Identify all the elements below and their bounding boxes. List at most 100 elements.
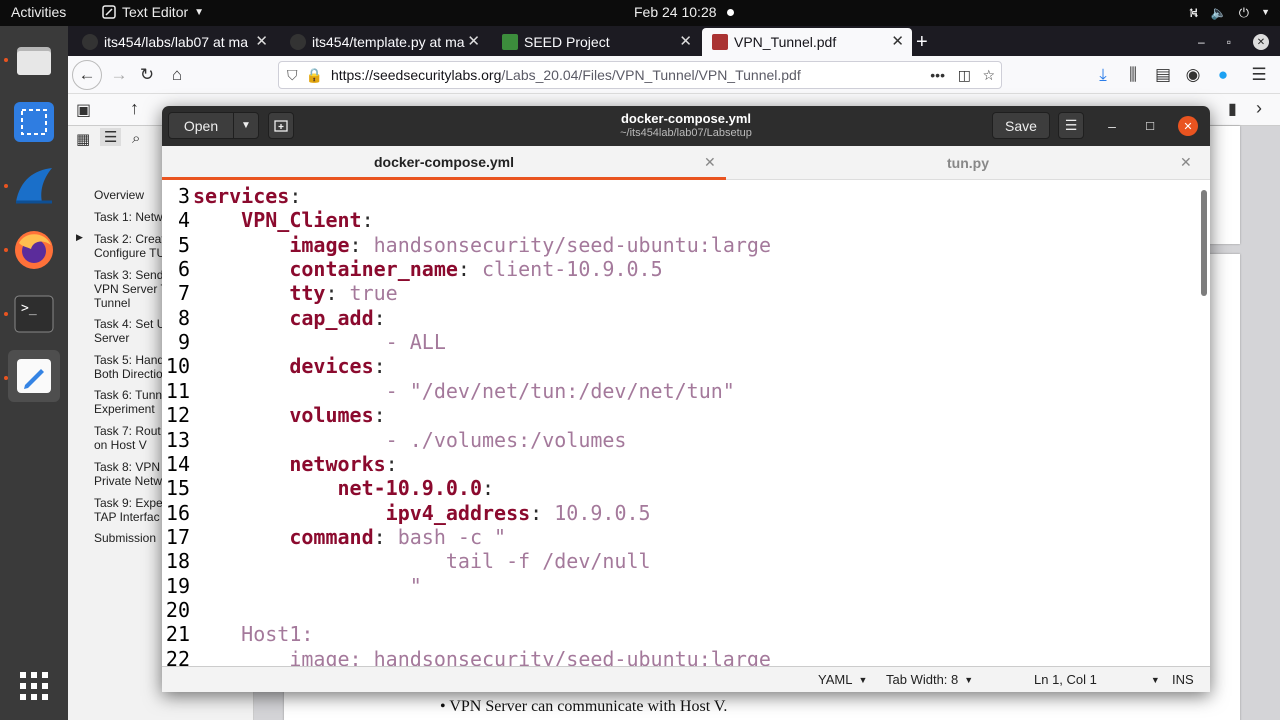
pocket-icon[interactable]: ◫ [958, 67, 971, 84]
show-applications-button[interactable] [8, 660, 60, 712]
editor-tab-active[interactable]: docker-compose.yml ✕ [162, 146, 726, 180]
outline-item[interactable]: Task 4: Set U Server [94, 317, 165, 345]
menu-button[interactable]: ☰ [1244, 60, 1274, 90]
code-line[interactable]: 13 - ./volumes:/volumes [162, 428, 1198, 452]
code-line[interactable]: 8 cap_add: [162, 306, 1198, 330]
code-line[interactable]: 3 services: [162, 184, 1198, 208]
dock-terminal[interactable]: >_ [8, 288, 60, 340]
outline-item[interactable]: Task 1: Netw [94, 210, 163, 224]
page-actions-button[interactable]: ••• [930, 67, 945, 83]
bookmark-star-icon[interactable]: ☆ [982, 67, 995, 84]
minimize-icon[interactable]: – [1198, 35, 1205, 49]
sidebar-button[interactable]: ▤ [1148, 60, 1178, 90]
editor-tab[interactable]: tun.py ✕ [726, 146, 1210, 180]
close-icon[interactable]: ✕ [704, 154, 716, 171]
home-button[interactable]: ⌂ [162, 60, 192, 90]
bookmark-icon[interactable]: ▮ [1228, 99, 1237, 119]
hamburger-menu-button[interactable]: ☰ [1058, 112, 1084, 139]
code-line[interactable]: 15 net-10.9.0.0: [162, 476, 1198, 500]
new-tab-button[interactable]: + [914, 28, 940, 56]
library-button[interactable]: ⫼ [1118, 60, 1148, 90]
close-icon[interactable]: ✕ [891, 32, 904, 50]
outline-item[interactable]: Submission [94, 531, 156, 545]
code-line[interactable]: 21 Host1: [162, 622, 1198, 646]
dock-files[interactable] [8, 34, 60, 86]
code-line[interactable]: 5 image: handsonsecurity/seed-ubuntu:lar… [162, 233, 1198, 257]
close-button[interactable]: ✕ [1178, 116, 1198, 136]
forward-button[interactable]: → [104, 60, 134, 90]
running-indicator [4, 376, 8, 380]
code-line[interactable]: 6 container_name: client-10.9.0.5 [162, 257, 1198, 281]
code-line[interactable]: 20 [162, 598, 1198, 622]
sidebar-toggle-icon[interactable]: ▣ [76, 100, 91, 120]
dock-firefox[interactable] [8, 224, 60, 276]
code-line[interactable]: 12 volumes: [162, 403, 1198, 427]
code-line[interactable]: 22 image: handsonsecurity/seed-ubuntu:la… [162, 647, 1198, 666]
pdf-body-text: • VPN Server can communicate with Host V… [440, 698, 728, 715]
system-tray[interactable]: ⛕ 🔈 ⏻ ▼ [1189, 5, 1270, 23]
browser-tab[interactable]: its454/labs/lab07 at ma ✕ [72, 28, 276, 56]
attachments-icon[interactable]: ⌕ [132, 130, 140, 147]
outline-item[interactable]: Task 8: VPN Private Netw [94, 460, 162, 488]
reload-button[interactable]: ↻ [132, 60, 162, 90]
code-line[interactable]: 19 " [162, 574, 1198, 598]
outline-item[interactable]: Task 2: Creat Configure TU [94, 232, 165, 260]
browser-tab[interactable]: SEED Project ✕ [492, 28, 700, 56]
scrollbar-thumb[interactable] [1201, 190, 1207, 296]
minimize-button[interactable]: – [1102, 116, 1122, 136]
code-line[interactable]: 18 tail -f /dev/null [162, 549, 1198, 573]
downloads-button[interactable]: ⤓ [1088, 60, 1118, 90]
yaml-value: tail -f /dev/null [193, 549, 651, 574]
maximize-icon[interactable]: ▫ [1227, 35, 1231, 49]
outline-item[interactable]: Task 5: Hand Both Directio [94, 353, 164, 381]
outline-item[interactable]: Task 6: Tunn Experiment [94, 388, 162, 416]
document-path: ~/its454lab/lab07/Labsetup [620, 127, 752, 139]
outline-icon[interactable]: ☰ [100, 128, 122, 146]
code-line[interactable]: 16 ipv4_address: 10.9.0.5 [162, 501, 1198, 525]
code-line[interactable]: 11 - "/dev/net/tun:/dev/net/tun" [162, 379, 1198, 403]
thumbnails-icon[interactable]: ▦ [76, 130, 90, 148]
outline-item[interactable]: Overview [94, 188, 144, 202]
tab-width-selector[interactable]: Tab Width: 8 ▼ [886, 672, 973, 687]
chevron-down-icon: ▼ [194, 6, 205, 18]
activities-button[interactable]: Activities [11, 4, 66, 20]
code-line[interactable]: 9 - ALL [162, 330, 1198, 354]
dock-text-editor[interactable] [8, 350, 60, 402]
clock[interactable]: Feb 24 10:28 [634, 4, 717, 20]
running-indicator [4, 184, 8, 188]
arrow-up-icon[interactable]: ↑ [130, 98, 139, 119]
browser-tab[interactable]: its454/template.py at ma ✕ [280, 28, 488, 56]
close-icon[interactable]: ✕ [467, 32, 480, 50]
triangle-right-icon[interactable]: ▶ [76, 232, 83, 243]
code-line[interactable]: 10 devices: [162, 354, 1198, 378]
outline-item[interactable]: Task 9: Expe TAP Interfac [94, 496, 163, 524]
vertical-scrollbar[interactable] [1198, 180, 1210, 666]
dock-screenshot[interactable] [8, 96, 60, 148]
code-editor[interactable]: 3 services: 4 VPN_Client: 5 image: handsons… [162, 180, 1198, 666]
chevron-right-icon[interactable]: › [1256, 98, 1262, 119]
code-line[interactable]: 14 networks: [162, 452, 1198, 476]
insert-mode-label[interactable]: INS [1172, 672, 1194, 687]
outline-item[interactable]: Task 3: Send VPN Server T Tunnel [94, 268, 168, 310]
close-icon[interactable]: ✕ [679, 32, 692, 50]
app-menu[interactable]: Text Editor ▼ [102, 4, 204, 20]
close-icon[interactable]: ✕ [255, 32, 268, 50]
dock-wireshark[interactable] [8, 160, 60, 212]
maximize-button[interactable]: ☐ [1140, 116, 1160, 136]
language-selector[interactable]: YAML ▼ [818, 672, 867, 687]
cursor-position-selector[interactable]: Ln 1, Col 1 ▼ [1034, 672, 1160, 687]
close-icon[interactable]: ✕ [1180, 154, 1192, 171]
code-line[interactable]: 4 VPN_Client: [162, 208, 1198, 232]
code-line[interactable]: 17 command: bash -c " [162, 525, 1198, 549]
yaml-value: image: handsonsecurity/seed-ubuntu:large [193, 646, 771, 666]
reload-icon: ↻ [139, 65, 155, 84]
outline-item[interactable]: Task 7: Rout on Host V [94, 424, 161, 452]
back-button[interactable]: ← [72, 60, 102, 90]
url-bar[interactable]: ⛉ 🔒 https://seedsecuritylabs.org /Labs_2… [278, 61, 1002, 89]
close-icon[interactable]: ✕ [1252, 34, 1269, 50]
extension-button[interactable]: ● [1208, 60, 1238, 90]
save-button[interactable]: Save [992, 112, 1050, 139]
account-button[interactable]: ◉ [1178, 60, 1208, 90]
code-line[interactable]: 7 tty: true [162, 281, 1198, 305]
browser-tab-active[interactable]: VPN_Tunnel.pdf ✕ [702, 28, 912, 56]
